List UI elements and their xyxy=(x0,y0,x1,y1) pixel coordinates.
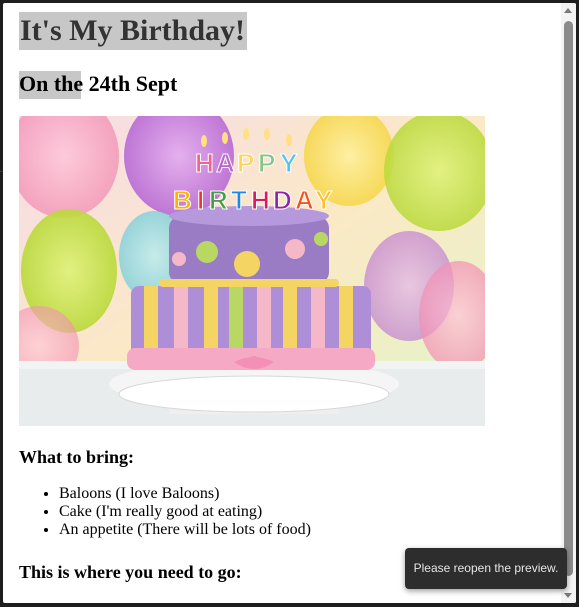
candle-letter-a: A xyxy=(216,148,235,178)
reopen-preview-toast[interactable]: Please reopen the preview. xyxy=(405,548,567,589)
candle-letter-p: P xyxy=(258,148,275,178)
page-title: It's My Birthday! xyxy=(19,12,247,50)
candle-letter-a: A xyxy=(295,185,314,215)
bring-list: Baloons (I love Baloons) Cake (I'm reall… xyxy=(19,485,311,539)
candle-letter-b: B xyxy=(173,185,192,215)
list-item: Baloons (I love Baloons) xyxy=(59,485,311,503)
preview-viewport[interactable]: It's My Birthday! On the 24th Sept H A P… xyxy=(3,3,576,603)
candle-letter-p: P xyxy=(237,148,254,178)
candle-letter-r: R xyxy=(209,185,228,215)
directions-heading: This is where you need to go: xyxy=(19,562,242,582)
candle-letter-y: Y xyxy=(280,148,297,178)
candle-letter-d: D xyxy=(273,185,292,215)
preview-window: It's My Birthday! On the 24th Sept H A P… xyxy=(0,0,579,607)
candle-letter-t: T xyxy=(231,185,247,215)
birthday-page: It's My Birthday! On the 24th Sept H A P… xyxy=(3,3,561,603)
bring-heading: What to bring: xyxy=(19,447,135,467)
scrollbar-thumb[interactable] xyxy=(564,21,573,576)
candle-letter-i: I xyxy=(197,185,204,215)
scroll-down-arrow-icon[interactable] xyxy=(564,593,572,598)
candle-letter-h: H xyxy=(251,185,270,215)
candle-letter-y: Y xyxy=(315,185,332,215)
list-item: Cake (I'm really good at eating) xyxy=(59,503,311,521)
page-subtitle: On the 24th Sept xyxy=(19,71,178,96)
vertical-scrollbar[interactable] xyxy=(561,3,576,603)
cake-image: H A P P Y B I R T H D A Y xyxy=(19,116,485,426)
candle-letter-h: H xyxy=(195,148,214,178)
list-item: An appetite (There will be lots of food) xyxy=(59,521,311,539)
scroll-up-arrow-icon[interactable] xyxy=(564,8,572,13)
